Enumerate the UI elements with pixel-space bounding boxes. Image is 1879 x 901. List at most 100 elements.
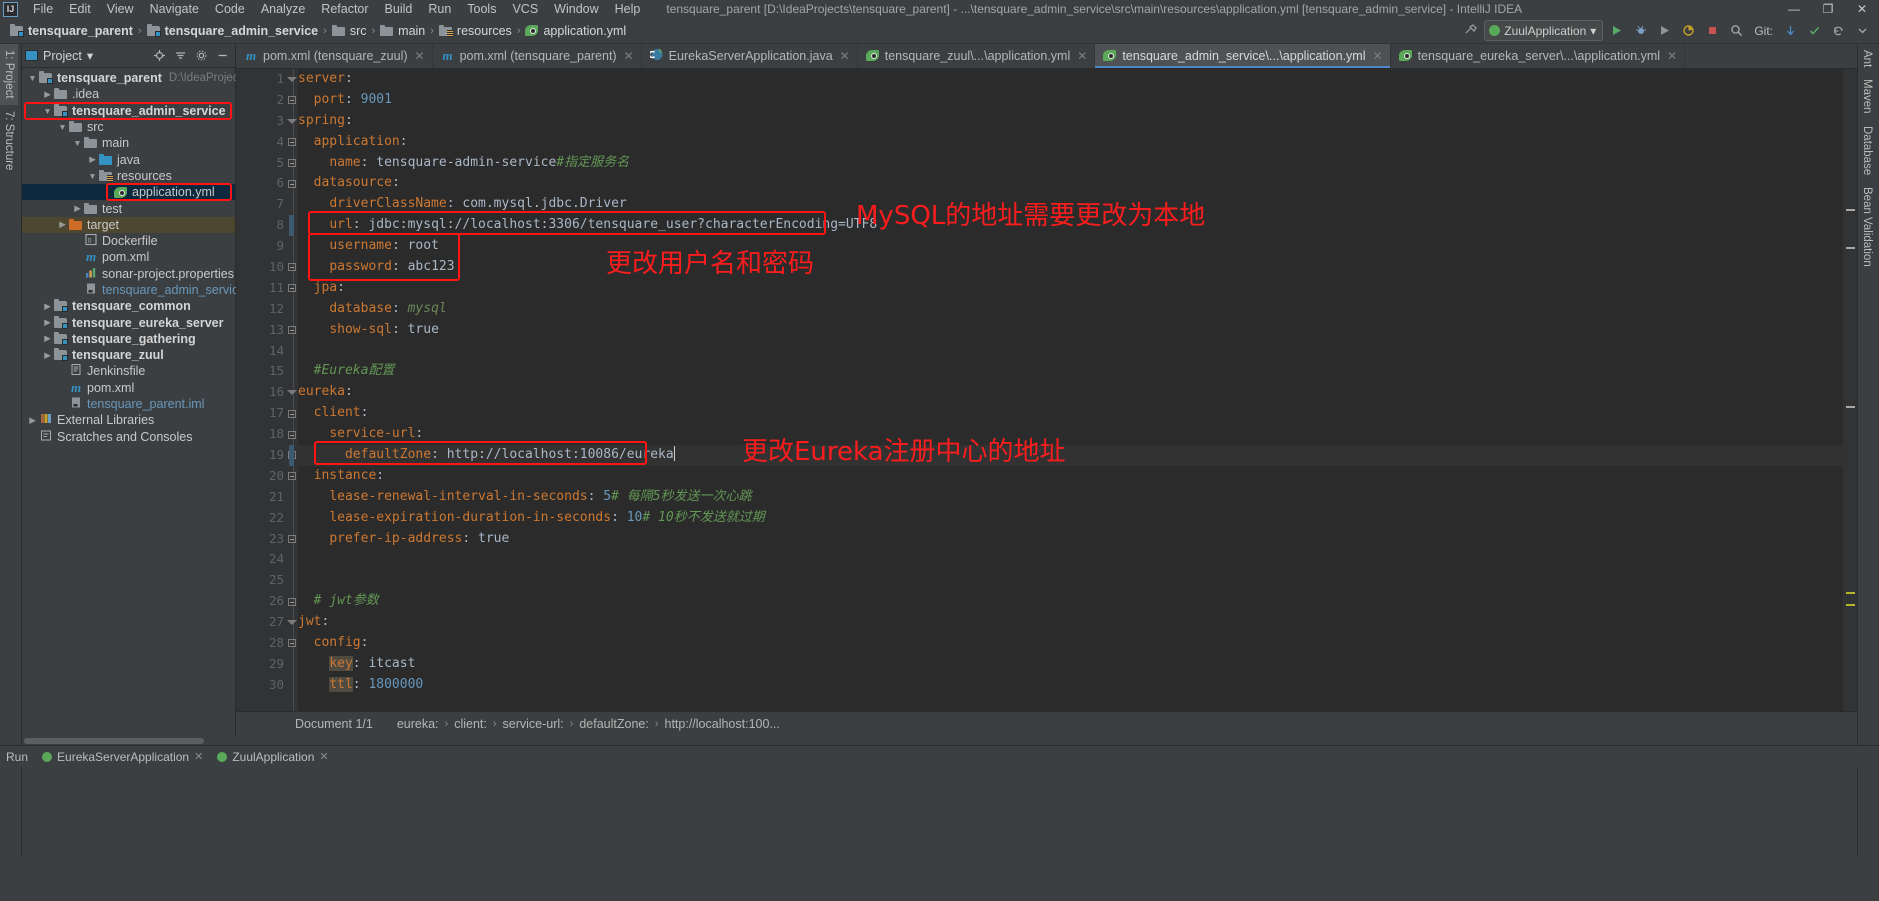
tree-node-tensquare-eureka-server[interactable]: ▶ tensquare_eureka_server xyxy=(22,314,235,330)
run-configuration-selector[interactable]: ZuulApplication ▾ xyxy=(1484,20,1604,41)
tree-node-jenkinsfile[interactable]: Jenkinsfile xyxy=(22,363,235,379)
menu-navigate[interactable]: Navigate xyxy=(142,0,207,18)
close-icon[interactable]: ✕ xyxy=(319,750,328,763)
code-fold-marker[interactable] xyxy=(286,591,298,612)
tree-node-pom-xml[interactable]: m pom.xml xyxy=(22,249,235,265)
overflow-menu-icon[interactable] xyxy=(1852,20,1873,41)
menu-refactor[interactable]: Refactor xyxy=(313,0,376,18)
editor-right-gutter[interactable] xyxy=(1843,69,1857,711)
code-fold-marker[interactable] xyxy=(286,633,298,654)
tool-window-ant[interactable]: Ant xyxy=(1858,44,1876,73)
gear-icon[interactable] xyxy=(192,46,211,65)
menu-analyze[interactable]: Analyze xyxy=(253,0,313,18)
code-line-25[interactable]: 25 xyxy=(269,570,1857,591)
profile-icon[interactable] xyxy=(1678,20,1699,41)
tree-node-pom-xml[interactable]: m pom.xml xyxy=(22,380,235,396)
code-line-26[interactable]: 26 # jwt参数 xyxy=(269,591,1857,612)
menu-code[interactable]: Code xyxy=(207,0,253,18)
code-fold-marker[interactable] xyxy=(286,173,298,194)
menu-help[interactable]: Help xyxy=(607,0,649,18)
run-tab-zuul[interactable]: ZuulApplication ✕ xyxy=(217,750,329,764)
code-fold-marker[interactable] xyxy=(286,278,298,299)
editor-tab-2[interactable]: EurekaServerApplication.java ✕ xyxy=(642,44,858,68)
editor-breadcrumb-item[interactable]: service-url: xyxy=(500,717,567,731)
close-icon[interactable]: ✕ xyxy=(194,750,203,763)
editor-tab-1[interactable]: m pom.xml (tensquare_parent) ✕ xyxy=(433,44,642,68)
close-icon[interactable]: ✕ xyxy=(624,49,634,63)
collapse-all-icon[interactable] xyxy=(171,46,190,65)
code-line-29[interactable]: 29 key: itcast xyxy=(269,654,1857,675)
menu-edit[interactable]: Edit xyxy=(61,0,99,18)
code-fold-marker[interactable] xyxy=(286,257,298,278)
code-line-15[interactable]: 15 #Eureka配置 xyxy=(269,361,1857,382)
close-button[interactable]: ✕ xyxy=(1845,0,1879,18)
close-icon[interactable]: ✕ xyxy=(1373,49,1383,63)
close-icon[interactable]: ✕ xyxy=(415,49,425,63)
menu-build[interactable]: Build xyxy=(377,0,421,18)
code-line-10[interactable]: 10 password: abc123 xyxy=(269,257,1857,278)
code-line-2[interactable]: 2 port: 9001 xyxy=(276,90,1857,111)
code-fold-marker[interactable] xyxy=(286,612,298,633)
code-fold-marker[interactable] xyxy=(286,69,298,90)
code-line-12[interactable]: 12 database: mysql xyxy=(269,299,1857,320)
code-line-13[interactable]: 13 show-sql: true xyxy=(269,320,1857,341)
tool-window-run[interactable]: Run xyxy=(6,750,28,764)
chevron-right-icon[interactable]: ▶ xyxy=(41,317,54,328)
code-line-1[interactable]: 1 server: xyxy=(276,69,1857,90)
code-line-19[interactable]: 19 defaultZone: http://localhost:10086/e… xyxy=(269,445,1857,466)
menu-tools[interactable]: Tools xyxy=(459,0,504,18)
project-panel-hscrollbar[interactable] xyxy=(22,736,236,745)
code-fold-marker[interactable] xyxy=(286,424,298,445)
code-fold-marker[interactable] xyxy=(286,403,298,424)
editor-tab-3[interactable]: tensquare_zuul\...\application.yml ✕ xyxy=(858,44,1096,68)
locate-icon[interactable] xyxy=(150,46,169,65)
code-fold-marker[interactable] xyxy=(286,153,298,174)
chevron-down-icon[interactable]: ▼ xyxy=(56,122,69,132)
menu-view[interactable]: View xyxy=(99,0,142,18)
code-fold-marker[interactable] xyxy=(286,466,298,487)
breadcrumb-item-tensquare-admin-service[interactable]: tensquare_admin_service xyxy=(143,22,323,40)
code-line-20[interactable]: 20 instance: xyxy=(269,466,1857,487)
tree-node-scratches-and-consoles[interactable]: Scratches and Consoles xyxy=(22,429,235,445)
tool-window-maven[interactable]: Maven xyxy=(1858,73,1876,120)
chevron-right-icon[interactable]: ▶ xyxy=(41,301,54,312)
tool-window-project[interactable]: 1: Project xyxy=(0,44,18,105)
code-lines[interactable]: 1 server: 2 port: 9001 3 spring: 4 applicatio… xyxy=(269,69,1857,711)
code-line-14[interactable]: 14 xyxy=(269,341,1857,362)
menu-file[interactable]: File xyxy=(25,0,61,18)
tree-node-tensquare-common[interactable]: ▶ tensquare_common xyxy=(22,298,235,314)
code-line-6[interactable]: 6 datasource: xyxy=(276,173,1857,194)
rollback-icon[interactable] xyxy=(1828,20,1849,41)
tree-node-application-yml[interactable]: application.yml xyxy=(22,184,235,201)
menu-run[interactable]: Run xyxy=(420,0,459,18)
breadcrumb-item-resources[interactable]: resources xyxy=(435,22,516,40)
project-panel-title[interactable]: Project ▾ xyxy=(25,48,93,63)
code-line-21[interactable]: 21 lease-renewal-interval-in-seconds: 5#… xyxy=(269,487,1857,508)
code-line-23[interactable]: 23 prefer-ip-address: true xyxy=(269,529,1857,550)
search-everywhere-icon[interactable] xyxy=(1726,20,1747,41)
maximize-button[interactable]: ❐ xyxy=(1811,0,1845,18)
code-fold-marker[interactable] xyxy=(286,529,298,550)
run-icon[interactable] xyxy=(1606,20,1627,41)
code-fold-marker[interactable] xyxy=(286,382,298,403)
run-with-coverage-icon[interactable] xyxy=(1654,20,1675,41)
build-project-icon[interactable] xyxy=(1460,20,1481,41)
editor-breadcrumb-item[interactable]: defaultZone: xyxy=(576,717,652,731)
tool-window-bean-validation[interactable]: Bean Validation xyxy=(1858,181,1876,273)
scrollbar-thumb[interactable] xyxy=(24,738,204,744)
code-fold-marker[interactable] xyxy=(286,90,298,111)
code-line-27[interactable]: 27 jwt: xyxy=(269,612,1857,633)
chevron-right-icon[interactable]: ▶ xyxy=(56,219,69,230)
code-line-17[interactable]: 17 client: xyxy=(269,403,1857,424)
tree-node-tensquare-parent-iml[interactable]: tensquare_parent.iml xyxy=(22,396,235,412)
menu-vcs[interactable]: VCS xyxy=(504,0,546,18)
tree-node-tensquare-zuul[interactable]: ▶ tensquare_zuul xyxy=(22,347,235,363)
editor-breadcrumb-item[interactable]: eureka: xyxy=(394,717,442,731)
code-line-16[interactable]: 16 eureka: xyxy=(269,382,1857,403)
code-line-3[interactable]: 3 spring: xyxy=(276,111,1857,132)
tree-node-sonar-project-properties[interactable]: sonar-project.properties xyxy=(22,266,235,282)
stop-icon[interactable] xyxy=(1702,20,1723,41)
tree-node-tensquare-admin-service-iml[interactable]: tensquare_admin_service.iml xyxy=(22,282,265,298)
tree-node-java[interactable]: ▶ java xyxy=(22,151,235,167)
editor-tab-5[interactable]: tensquare_eureka_server\...\application.… xyxy=(1391,44,1686,68)
